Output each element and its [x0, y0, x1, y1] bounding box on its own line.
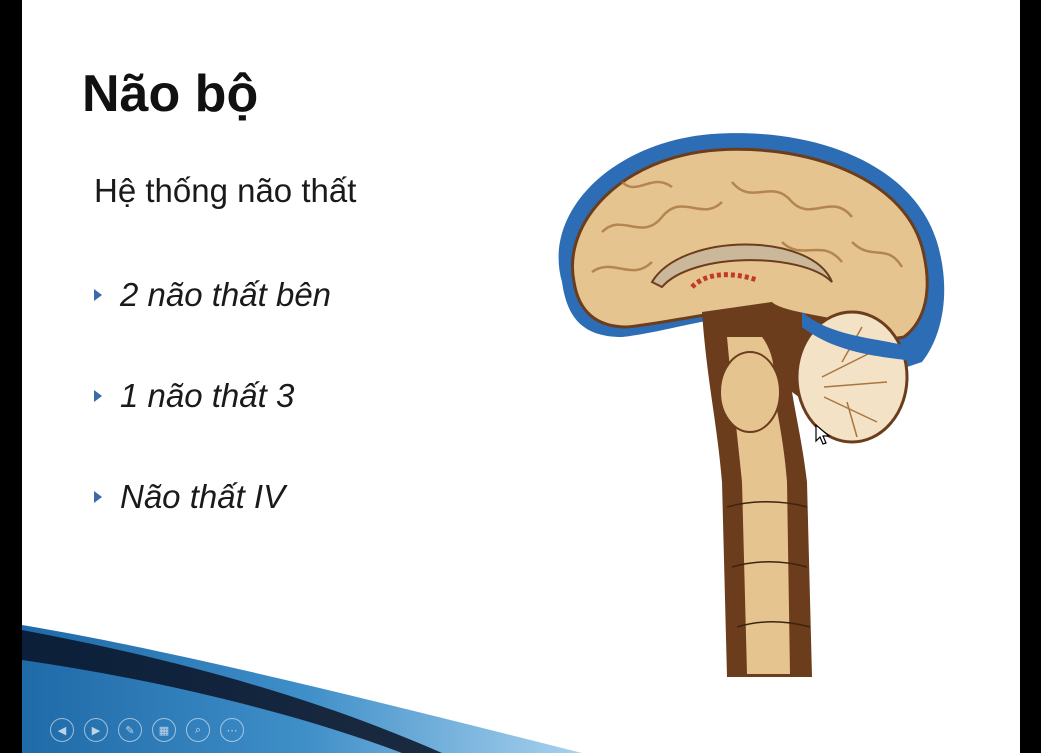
- slide-title: Não bộ: [82, 65, 259, 123]
- previous-icon[interactable]: ◀: [50, 718, 74, 742]
- bullet-arrow-icon: [94, 390, 102, 402]
- bullet-text: 2 não thất bên: [120, 276, 332, 313]
- bullet-item: 2 não thất bên: [94, 276, 331, 314]
- bullet-arrow-icon: [94, 491, 102, 503]
- zoom-icon[interactable]: ⌕: [186, 718, 210, 742]
- next-icon[interactable]: ▶: [84, 718, 108, 742]
- bullet-text: Não thất IV: [120, 478, 286, 515]
- slides-icon[interactable]: ▦: [152, 718, 176, 742]
- bullet-arrow-icon: [94, 289, 102, 301]
- brain-sagittal-section-illustration: [558, 133, 945, 677]
- bullet-text: 1 não thất 3: [120, 377, 295, 414]
- more-icon[interactable]: ⋯: [220, 718, 244, 742]
- slideshow-controls: ◀ ▶ ✎ ▦ ⌕ ⋯: [50, 718, 244, 742]
- bullet-item: 1 não thất 3: [94, 377, 294, 415]
- slide-subtitle: Hệ thống não thất: [94, 172, 357, 209]
- pen-icon[interactable]: ✎: [118, 718, 142, 742]
- slide: Não bộ Hệ thống não thất 2 não thất bên …: [22, 0, 1020, 753]
- bullet-item: Não thất IV: [94, 478, 285, 516]
- mouse-cursor-icon: [815, 424, 831, 445]
